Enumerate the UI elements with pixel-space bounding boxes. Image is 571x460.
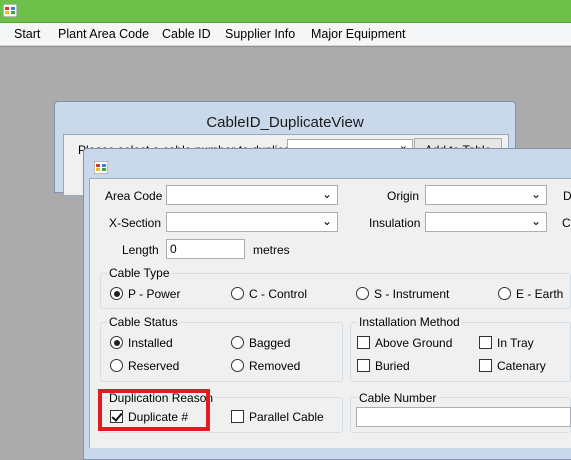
menu-start[interactable]: Start [14,27,40,41]
check-parallel-cable[interactable] [231,410,244,423]
cable-number-input[interactable] [356,407,571,427]
menu-bar: Start Plant Area Code Cable ID Supplier … [0,23,571,46]
radio-power-label: P - Power [128,287,181,301]
check-above-ground-label: Above Ground [375,336,453,350]
area-code-select[interactable]: ⌄ [166,185,338,205]
radio-removed[interactable] [231,359,244,372]
radio-power[interactable] [110,287,123,300]
cable-status-title: Cable Status [107,315,180,329]
length-label: Length [122,243,159,257]
radio-earth[interactable] [498,287,511,300]
radio-earth-label: E - Earth [516,287,564,301]
check-buried[interactable] [357,359,370,372]
length-unit-label: metres [253,243,290,257]
chevron-down-icon: ⌄ [530,187,541,201]
check-catenary[interactable] [479,359,492,372]
insulation-label: Insulation [369,216,421,230]
installation-method-group: Installation Method [350,315,571,382]
destination-label: D [563,189,571,203]
chevron-down-icon: ⌄ [321,214,332,228]
radio-installed[interactable] [110,336,123,349]
check-in-tray[interactable] [479,336,492,349]
chevron-down-icon: ⌄ [530,214,541,228]
app-window-icon [3,4,17,17]
radio-control-label: C - Control [249,287,308,301]
check-above-ground[interactable] [357,336,370,349]
menu-supplier-info[interactable]: Supplier Info [225,27,295,41]
menu-cable-id[interactable]: Cable ID [162,27,211,41]
installation-method-title: Installation Method [357,315,462,329]
radio-removed-label: Removed [249,359,301,373]
cable-number-title: Cable Number [357,391,439,405]
check-parallel-cable-label: Parallel Cable [249,410,324,424]
radio-instrument-label: S - Instrument [374,287,450,301]
radio-bagged-label: Bagged [249,336,291,350]
duplicate-highlight-box [98,389,210,431]
xsection-label: X-Section [109,216,162,230]
origin-select[interactable]: ⌄ [425,185,547,205]
menu-plant-area-code[interactable]: Plant Area Code [58,27,149,41]
xsection-select[interactable]: ⌄ [166,212,338,232]
area-code-label: Area Code [105,189,163,203]
check-in-tray-label: In Tray [497,336,534,350]
radio-bagged[interactable] [231,336,244,349]
radio-reserved-label: Reserved [128,359,180,373]
insulation-select[interactable]: ⌄ [425,212,547,232]
length-input[interactable]: 0 [166,239,245,259]
chevron-down-icon: ⌄ [321,187,332,201]
check-buried-label: Buried [375,359,410,373]
radio-installed-label: Installed [128,336,173,350]
cable-status-group: Cable Status [100,315,343,382]
radio-reserved[interactable] [110,359,123,372]
menu-major-equipment[interactable]: Major Equipment [311,27,406,41]
window-title: CableID_DuplicateView [206,114,364,131]
app-titlebar [0,0,571,23]
cable-type-title: Cable Type [107,266,172,280]
c-label: C [562,216,571,230]
window-icon [94,161,108,174]
radio-control[interactable] [231,287,244,300]
radio-instrument[interactable] [356,287,369,300]
check-catenary-label: Catenary [497,359,546,373]
origin-label: Origin [387,189,420,203]
